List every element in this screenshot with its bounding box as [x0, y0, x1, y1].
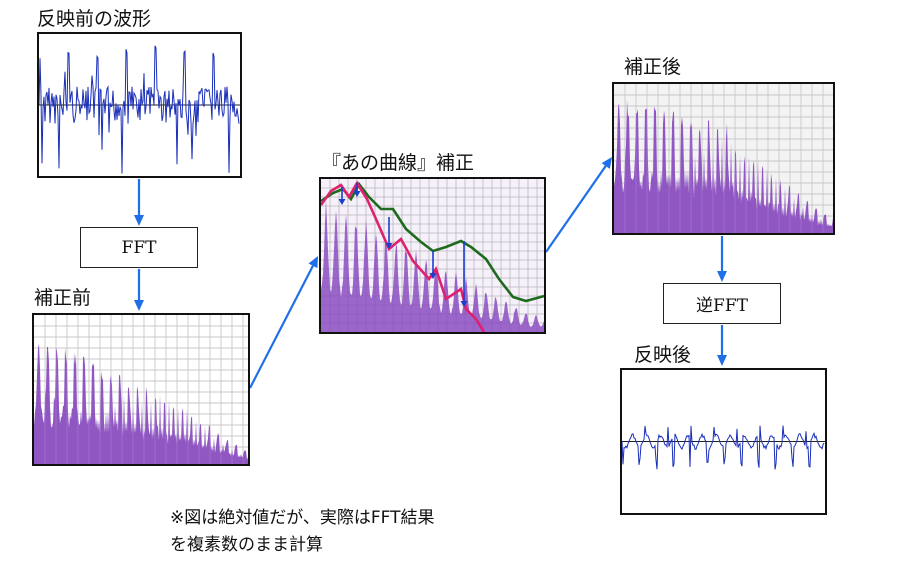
wave-before-plot [37, 32, 242, 178]
note-line-1: ※図は絶対値だが、実際はFFT結果 [170, 508, 435, 528]
arrow-curve-to-corrected [545, 165, 607, 253]
note-text: ※図は絶対値だが、実際はFFT結果 を複素数のまま計算 [170, 505, 435, 559]
note-line-2: を複素数のまま計算 [170, 535, 323, 555]
arrow-curve-to-corrected-head [601, 157, 612, 169]
wave-before-waveform [39, 34, 240, 176]
spectrum-before-graph [34, 315, 248, 464]
spectrum-after-plot [612, 82, 835, 235]
arrow-fft-to-spectrum-head [134, 300, 144, 311]
arrow-wave-to-fft-head [134, 215, 144, 226]
spectrum-after-label: 補正後 [624, 56, 682, 78]
curve-correction-label: 『あの曲線』補正 [322, 152, 475, 174]
ifft-step-box: 逆FFT [663, 283, 781, 324]
arrow-ifft-to-wave-head [717, 355, 727, 366]
arrow-spectrum-to-curve [249, 265, 314, 389]
curve-correction-plot [319, 177, 546, 334]
spectrum-before-plot [32, 313, 250, 466]
wave-after-label: 反映後 [634, 344, 692, 366]
spectrum-after-graph [614, 84, 833, 233]
wave-before-label: 反映前の波形 [37, 8, 152, 30]
wave-after-plot [620, 368, 827, 515]
fft-step-box: FFT [80, 227, 198, 268]
spectrum-before-label: 補正前 [34, 287, 92, 309]
wave-after-waveform [622, 370, 825, 513]
arrow-corrected-to-ifft-head [717, 271, 727, 282]
curve-correction-graph [321, 179, 544, 332]
